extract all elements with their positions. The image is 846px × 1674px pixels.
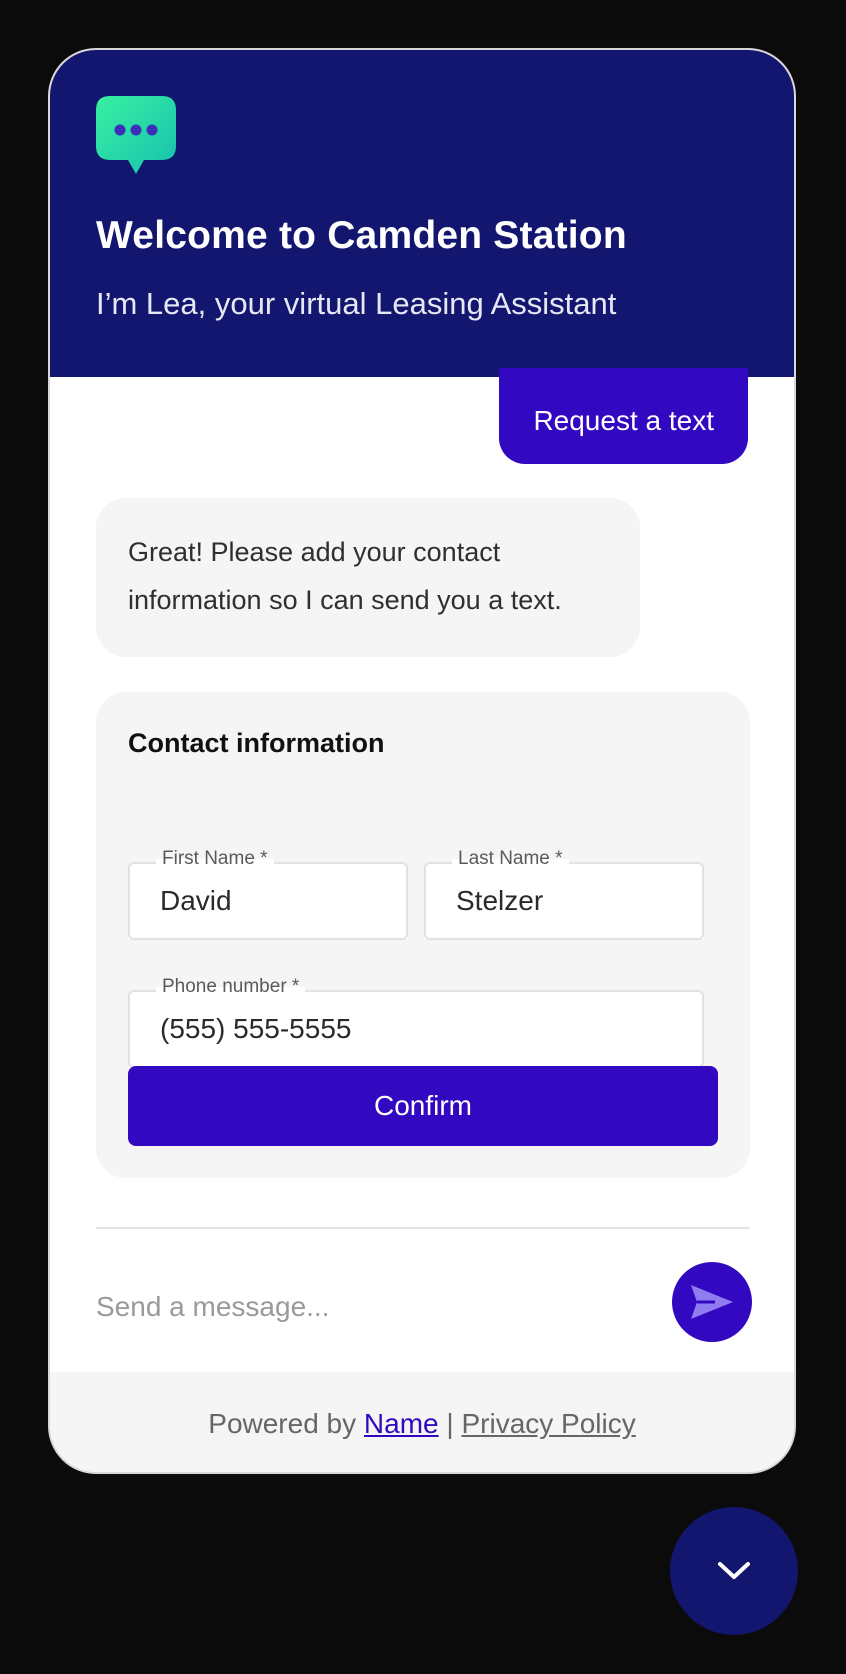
message-input[interactable]: Send a message... (96, 1282, 596, 1332)
contact-form-card: Contact information First Name * David L… (96, 692, 750, 1178)
first-name-value[interactable]: David (160, 864, 232, 938)
user-message-bubble: Request a text (499, 368, 748, 464)
widget-subtitle: I’m Lea, your virtual Leasing Assistant (96, 286, 617, 321)
contact-form-title: Contact information (128, 728, 385, 758)
chat-header: Welcome to Camden Station I’m Lea, your … (50, 50, 794, 377)
footer-line: Powered by Name | Privacy Policy (50, 1408, 794, 1440)
widget-title: Welcome to Camden Station (96, 214, 627, 257)
phone-number-field[interactable]: Phone number * (555) 555-5555 (128, 976, 704, 1068)
collapse-chat-button[interactable] (670, 1507, 798, 1635)
widget-footer: Powered by Name | Privacy Policy (50, 1372, 794, 1472)
last-name-value[interactable]: Stelzer (456, 864, 543, 938)
chevron-down-icon (718, 1562, 750, 1579)
chat-widget: Welcome to Camden Station I’m Lea, your … (48, 48, 796, 1474)
first-name-field[interactable]: First Name * David (128, 848, 408, 940)
chat-bubble-icon (96, 96, 176, 176)
privacy-policy-link[interactable]: Privacy Policy (461, 1408, 635, 1439)
last-name-field[interactable]: Last Name * Stelzer (424, 848, 704, 940)
bot-message-bubble: Great! Please add your contact informati… (96, 498, 640, 657)
powered-by-text: Powered by (208, 1408, 357, 1439)
composer-divider (96, 1227, 750, 1229)
send-icon (691, 1285, 733, 1319)
phone-number-value[interactable]: (555) 555-5555 (160, 992, 351, 1066)
send-button[interactable] (672, 1262, 752, 1342)
name-link[interactable]: Name (364, 1408, 439, 1439)
confirm-button[interactable]: Confirm (128, 1066, 718, 1146)
footer-separator: | (446, 1408, 454, 1439)
